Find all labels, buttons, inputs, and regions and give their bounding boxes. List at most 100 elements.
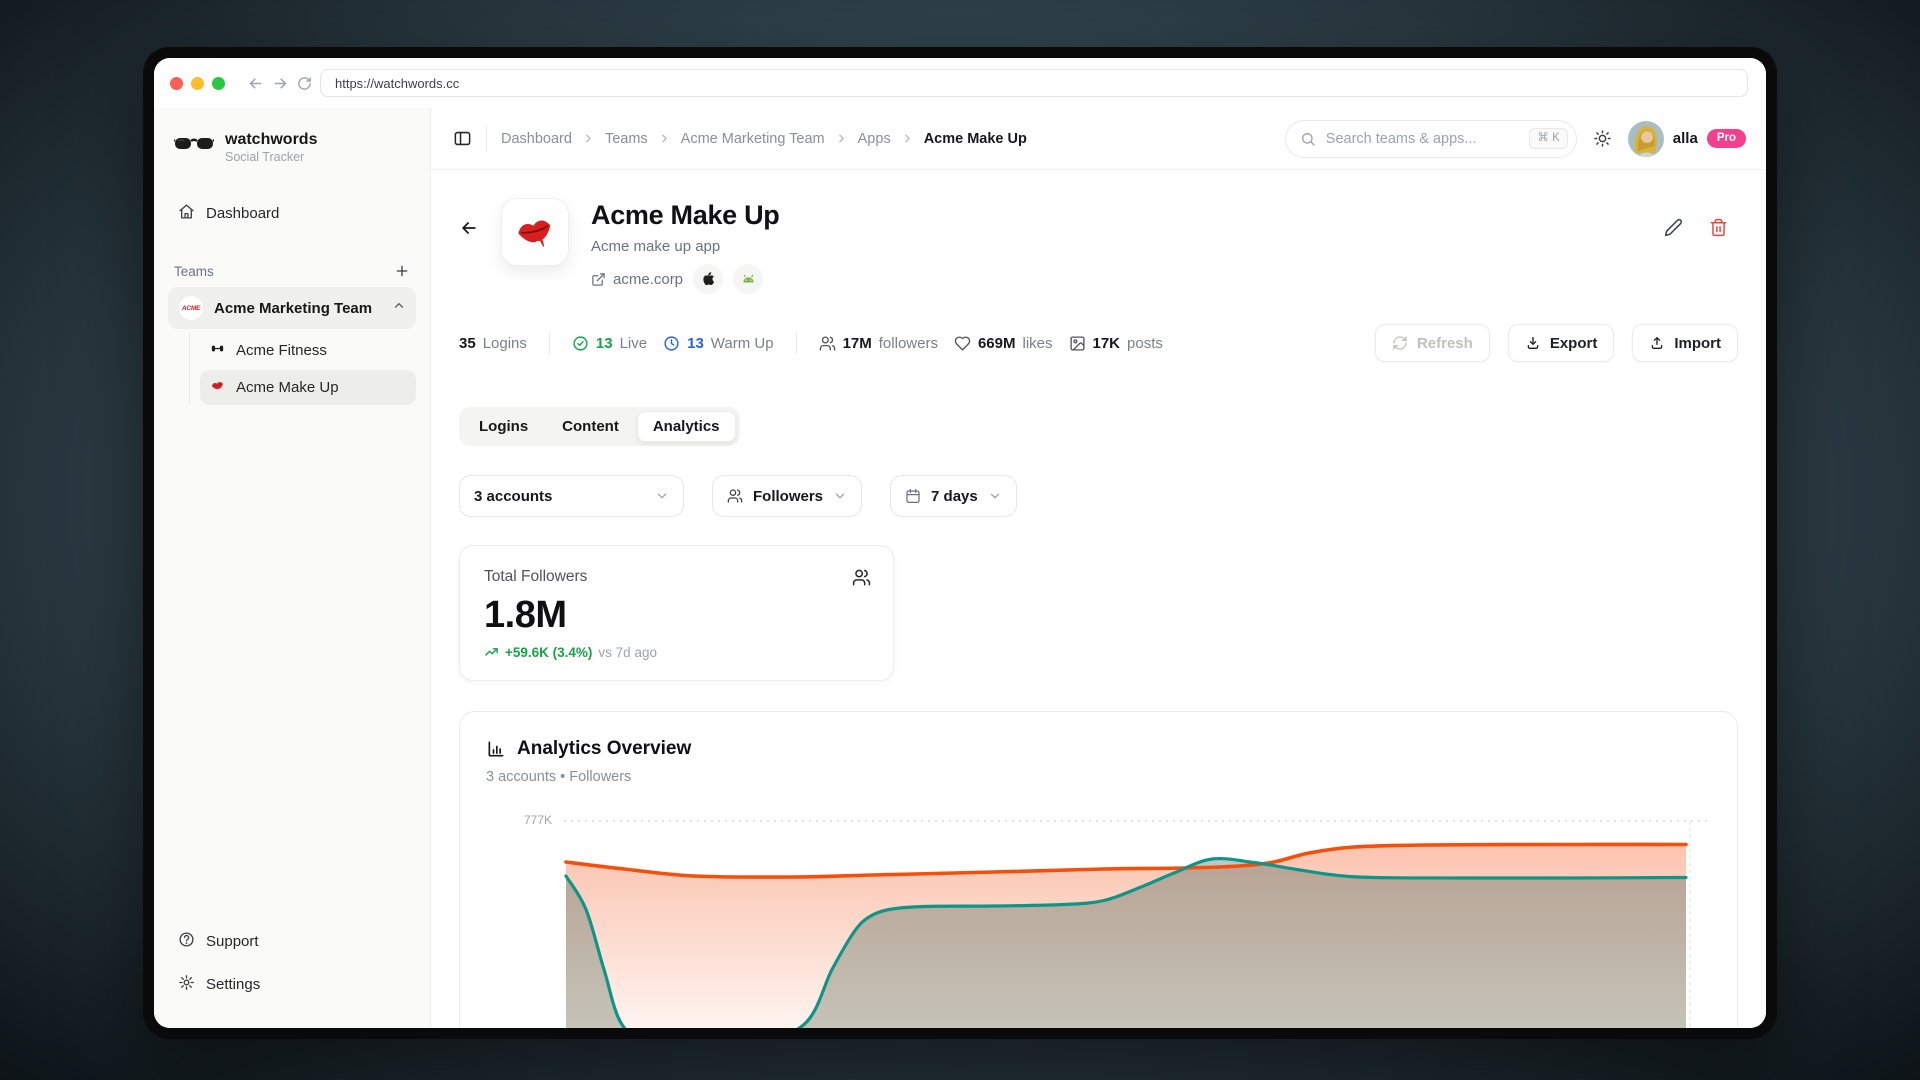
app-label: Acme Fitness (236, 342, 327, 359)
brand: watchwords Social Tracker (168, 130, 416, 164)
chevron-right-icon (582, 132, 595, 145)
sidebar-item-dashboard[interactable]: Dashboard (168, 194, 416, 233)
forward-nav-icon[interactable] (272, 75, 289, 92)
lips-icon (210, 378, 225, 397)
sidebar-item-support[interactable]: Support (168, 922, 416, 961)
topbar: Dashboard Teams Acme Marketing Team Apps… (431, 108, 1766, 170)
chevron-down-icon (655, 489, 669, 503)
clock-icon (663, 335, 680, 352)
breadcrumb-current: Acme Make Up (924, 131, 1027, 147)
breadcrumb-apps[interactable]: Apps (858, 131, 891, 147)
import-button[interactable]: Import (1632, 324, 1738, 362)
app-label: Acme Make Up (236, 379, 339, 396)
external-link-icon (591, 272, 606, 287)
sidebar-item-label: Settings (206, 976, 260, 993)
back-arrow-icon[interactable] (459, 218, 479, 243)
sidebar-team-acme-marketing[interactable]: ACME Acme Marketing Team (168, 287, 416, 329)
refresh-button[interactable]: Refresh (1375, 324, 1490, 362)
delete-trash-icon[interactable] (1709, 218, 1728, 237)
chevron-down-icon (833, 489, 847, 503)
app-external-link[interactable]: acme.corp (591, 271, 683, 288)
calendar-icon (905, 488, 921, 504)
search-input[interactable]: Search teams & apps... ⌘ K (1285, 120, 1577, 158)
add-team-button[interactable] (394, 263, 410, 279)
minimize-window-button[interactable] (191, 77, 204, 90)
pro-badge: Pro (1707, 129, 1746, 149)
users-icon (727, 488, 743, 504)
image-icon (1069, 335, 1086, 352)
breadcrumb-dashboard[interactable]: Dashboard (501, 131, 572, 147)
theme-toggle-sun-icon[interactable] (1593, 129, 1612, 148)
y-axis-tick-label: 777K (524, 813, 552, 827)
total-followers-value: 1.8M (484, 594, 869, 637)
sidebar-toggle-icon[interactable] (453, 129, 472, 148)
refresh-icon (1392, 335, 1408, 351)
users-icon (852, 568, 871, 592)
total-followers-card: Total Followers 1.8M +59.6K (3.4%) vs 7d… (459, 545, 894, 681)
sidebar-app-acme-make-up[interactable]: Acme Make Up (200, 370, 416, 405)
url-text: https://watchwords.cc (335, 76, 459, 91)
brand-tagline: Social Tracker (225, 150, 317, 164)
browser-toolbar: https://watchwords.cc (154, 58, 1766, 108)
stat-live: 13 Live (572, 335, 647, 352)
dumbbell-icon (210, 341, 225, 360)
acme-team-logo: ACME (178, 295, 204, 321)
sidebar-app-acme-fitness[interactable]: Acme Fitness (200, 333, 416, 368)
team-name: Acme Marketing Team (214, 300, 372, 317)
avatar (1628, 121, 1664, 157)
user-menu[interactable]: alla Pro (1628, 121, 1746, 157)
stats-row: 35 Logins 13 Live (459, 324, 1738, 362)
trending-up-icon (484, 645, 499, 660)
apple-store-icon[interactable] (693, 264, 723, 294)
date-range-value: 7 days (931, 488, 978, 505)
app-subtitle: Acme make up app (591, 238, 779, 255)
chart-canvas (564, 809, 1711, 1028)
check-circle-icon (572, 335, 589, 352)
app-logo-lips (501, 198, 569, 266)
reload-icon[interactable] (297, 76, 312, 91)
sidebar-item-label: Dashboard (206, 205, 279, 222)
edit-pencil-icon[interactable] (1664, 218, 1683, 237)
metric-dropdown[interactable]: Followers (712, 475, 862, 517)
filter-bar: 3 accounts Followers 7 d (459, 475, 1738, 517)
breadcrumb-team[interactable]: Acme Marketing Team (681, 131, 825, 147)
breadcrumb-teams[interactable]: Teams (605, 131, 648, 147)
upload-icon (1649, 335, 1665, 351)
breadcrumb: Dashboard Teams Acme Marketing Team Apps… (501, 131, 1027, 147)
tab-content[interactable]: Content (546, 411, 635, 442)
search-icon (1300, 131, 1316, 147)
tab-analytics[interactable]: Analytics (637, 411, 736, 442)
back-nav-icon[interactable] (247, 75, 264, 92)
android-store-icon[interactable] (733, 264, 763, 294)
help-circle-icon (178, 931, 195, 952)
chart-title: Analytics Overview (517, 738, 691, 760)
users-icon (819, 335, 836, 352)
sidebar-item-label: Support (206, 933, 259, 950)
chevron-right-icon (835, 132, 848, 145)
tab-logins[interactable]: Logins (463, 411, 544, 442)
url-bar[interactable]: https://watchwords.cc (320, 69, 1748, 97)
date-range-dropdown[interactable]: 7 days (890, 475, 1017, 517)
teams-section-label: Teams (174, 264, 214, 279)
browser-window: https://watchwords.cc watchwords Soc (143, 47, 1777, 1039)
chevron-down-icon (988, 489, 1002, 503)
chevron-right-icon (901, 132, 914, 145)
stat-likes: 669M likes (954, 335, 1053, 352)
home-icon (178, 203, 195, 224)
stat-posts: 17K posts (1069, 335, 1163, 352)
user-name: alla (1673, 130, 1698, 147)
bar-chart-icon (486, 739, 506, 759)
sidebar-item-settings[interactable]: Settings (168, 965, 416, 1004)
app-hero: Acme Make Up Acme make up app acme.corp (459, 198, 1738, 294)
chart-subtitle: 3 accounts • Followers (486, 769, 1711, 785)
stat-followers: 17M followers (819, 335, 938, 352)
accounts-dropdown[interactable]: 3 accounts (459, 475, 684, 517)
chevron-right-icon (658, 132, 671, 145)
stat-logins: 35 Logins (459, 335, 527, 352)
sunglasses-logo-icon (174, 134, 214, 161)
close-window-button[interactable] (170, 77, 183, 90)
export-button[interactable]: Export (1508, 324, 1615, 362)
zoom-window-button[interactable] (212, 77, 225, 90)
sidebar: watchwords Social Tracker Dashboard Team… (154, 108, 431, 1028)
chevron-up-icon[interactable] (392, 299, 406, 317)
